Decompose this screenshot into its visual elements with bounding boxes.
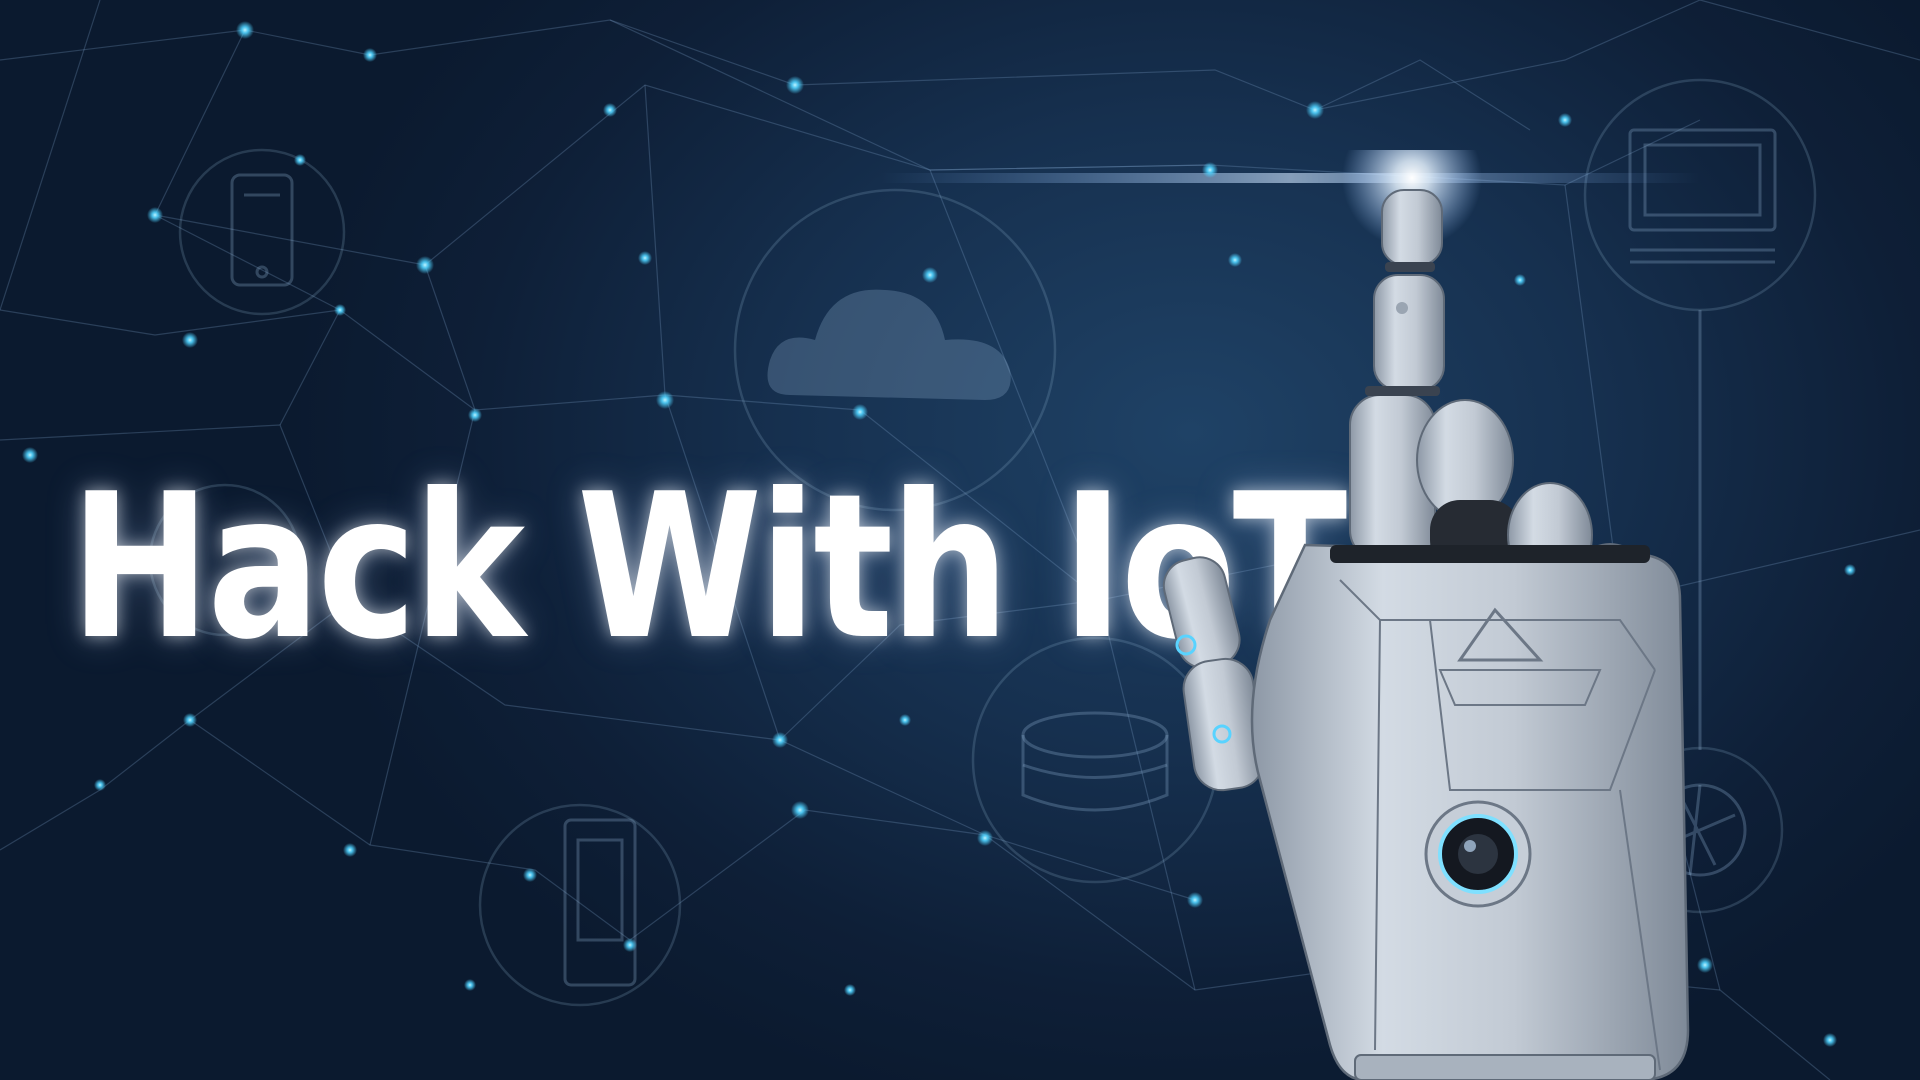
banner-scene: Hack With IoT (0, 0, 1920, 1080)
thumb (1162, 556, 1265, 792)
camera-lens (1424, 800, 1532, 908)
phone-icon (563, 818, 637, 987)
cloud-icon (767, 289, 1011, 400)
index-finger (1349, 189, 1445, 561)
smartphone-icon (230, 173, 294, 287)
wrist (1354, 1054, 1656, 1080)
robot-hand-illustration (1162, 150, 1690, 1080)
headline: Hack With IoT (70, 451, 1347, 684)
